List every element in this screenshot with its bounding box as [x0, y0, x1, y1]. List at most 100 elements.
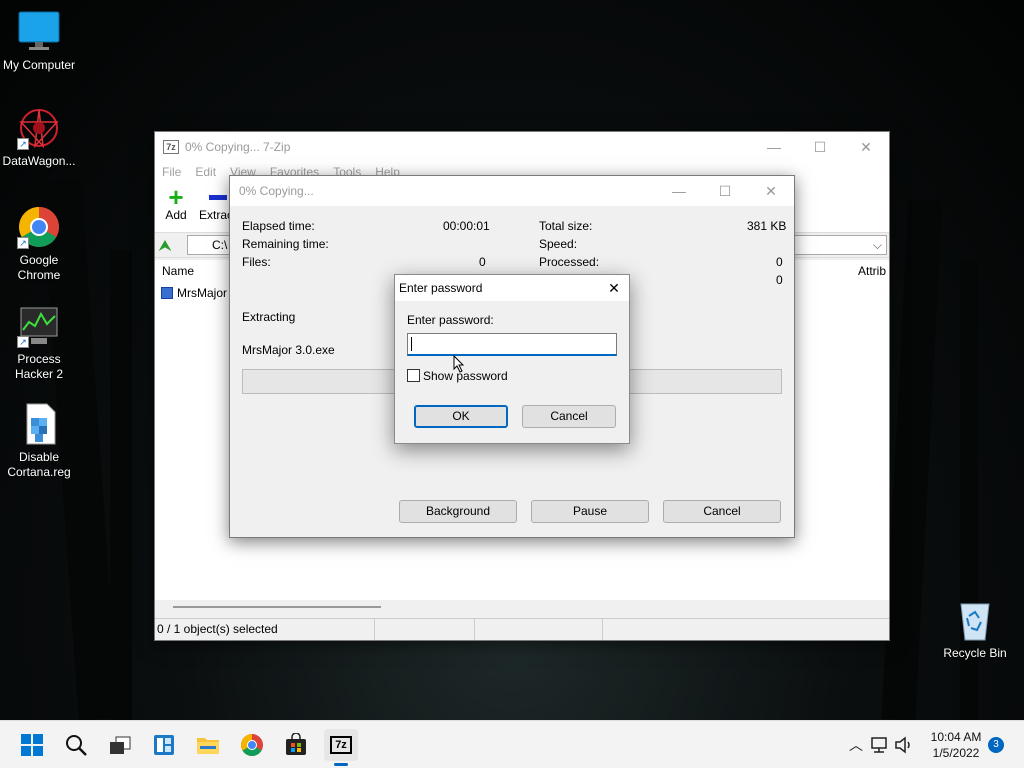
list-item[interactable]: MrsMajor — [161, 286, 227, 300]
sevenzip-taskbar-button[interactable]: 7z — [324, 729, 358, 761]
total-size-value: 381 KB — [747, 219, 787, 233]
desktop-icon-my-computer[interactable]: My Computer — [1, 10, 77, 73]
mouse-pointer-icon — [453, 354, 465, 376]
menu-edit[interactable]: Edit — [195, 165, 216, 179]
password-dialog: Enter password ✕ Enter password: Show pa… — [394, 274, 630, 444]
plus-icon: + — [168, 182, 184, 212]
background-button[interactable]: Background — [399, 500, 517, 523]
remaining-time-label: Remaining time: — [242, 237, 329, 251]
column-header-attrib[interactable]: Attrib — [858, 264, 886, 278]
password-dialog-titlebar[interactable]: Enter password ✕ — [395, 275, 629, 301]
tree-silhouette — [110, 250, 132, 720]
password-input[interactable] — [407, 333, 617, 356]
exe-file-icon — [161, 287, 173, 299]
store-button[interactable] — [280, 729, 312, 761]
maximize-icon[interactable]: ☐ — [797, 132, 843, 162]
action-label: Extracting — [242, 310, 296, 324]
show-password-checkbox[interactable] — [407, 369, 420, 382]
desktop-icon-recycle-bin[interactable]: Recycle Bin — [937, 598, 1013, 661]
show-password-label[interactable]: Show password — [423, 369, 508, 383]
desktop-icon-google-chrome[interactable]: ↗ Google Chrome — [1, 205, 77, 283]
progress-dialog-titlebar[interactable]: 0% Copying... — ☐ ✕ — [230, 176, 794, 206]
cancel-button[interactable]: Cancel — [663, 500, 781, 523]
network-icon[interactable] — [868, 729, 892, 761]
widgets-button[interactable] — [148, 729, 180, 761]
add-button-label: Add — [165, 208, 187, 222]
desktop-icon-process-hacker[interactable]: ↗ Process Hacker 2 — [1, 304, 77, 382]
minus-icon — [209, 195, 227, 200]
start-button[interactable] — [16, 729, 48, 761]
text-cursor — [411, 337, 412, 351]
add-button[interactable]: + Add — [161, 182, 191, 222]
task-view-button[interactable] — [104, 729, 136, 761]
shortcut-arrow-icon: ↗ — [17, 237, 29, 249]
search-icon — [66, 735, 87, 756]
horizontal-scrollbar[interactable] — [173, 606, 381, 608]
datawagon-icon: ↗ — [17, 106, 61, 150]
notification-badge[interactable]: 3 — [988, 737, 1004, 753]
main-window-titlebar[interactable]: 7z 0% Copying... 7-Zip — ☐ ✕ — [155, 132, 889, 162]
sevenzip-app-icon: 7z — [330, 736, 352, 754]
elapsed-time-value: 00:00:01 — [443, 219, 490, 233]
dropdown-chevron-icon[interactable]: ⌵ — [873, 236, 882, 254]
chrome-icon — [241, 734, 263, 756]
monitor-icon — [17, 10, 61, 54]
registry-file-icon — [17, 402, 61, 446]
desktop-icon-label: DataWagon... — [2, 154, 76, 168]
task-view-icon — [110, 736, 131, 754]
desktop-icon-datawagon[interactable]: ↗ DataWagon... — [1, 106, 77, 169]
files-value: 0 — [479, 255, 486, 269]
password-field-label: Enter password: — [407, 313, 494, 327]
status-bar: 0 / 1 object(s) selected — [155, 618, 889, 640]
desktop-icon-disable-cortana[interactable]: Disable Cortana.reg — [1, 402, 77, 480]
desktop-icon-label: Recycle Bin — [943, 646, 1007, 660]
desktop-icon-label: Disable Cortana.reg — [7, 450, 71, 479]
recycle-bin-icon — [953, 598, 997, 642]
compressed-value: 0 — [776, 273, 783, 287]
shortcut-arrow-icon: ↗ — [17, 138, 29, 150]
minimize-icon[interactable]: — — [751, 132, 797, 162]
password-cancel-button[interactable]: Cancel — [522, 405, 616, 428]
volume-icon[interactable] — [892, 729, 916, 761]
desktop-icon-label: Google Chrome — [17, 253, 61, 282]
store-bag-icon — [286, 733, 306, 755]
files-label: Files: — [242, 255, 271, 269]
maximize-icon[interactable]: ☐ — [702, 176, 748, 206]
ok-button[interactable]: OK — [414, 405, 508, 428]
chrome-icon: ↗ — [17, 205, 61, 249]
windows-logo-icon — [21, 734, 43, 756]
status-selection-text: 0 / 1 object(s) selected — [155, 619, 375, 640]
processed-label: Processed: — [539, 255, 600, 269]
close-icon[interactable]: ✕ — [843, 132, 889, 162]
taskbar: 7z ︿ 10:04 AM 1/5/2022 3 — [0, 720, 1024, 768]
file-item-name: MrsMajor — [177, 286, 227, 300]
shortcut-arrow-icon: ↗ — [17, 336, 29, 348]
total-size-label: Total size: — [539, 219, 593, 233]
main-window-title: 0% Copying... 7-Zip — [185, 140, 291, 154]
speed-label: Speed: — [539, 237, 578, 251]
minimize-icon[interactable]: — — [656, 176, 702, 206]
pause-button[interactable]: Pause — [531, 500, 649, 523]
status-cell — [375, 619, 475, 640]
processed-value: 0 — [776, 255, 783, 269]
search-button[interactable] — [60, 729, 92, 761]
folder-up-icon[interactable]: ⮝ — [159, 237, 175, 253]
folder-icon — [197, 738, 219, 754]
current-file-name: MrsMajor 3.0.exe — [242, 343, 335, 357]
file-explorer-button[interactable] — [192, 729, 224, 761]
sevenzip-app-icon: 7z — [163, 140, 179, 154]
column-header-name[interactable]: Name — [162, 264, 194, 278]
chrome-taskbar-button[interactable] — [236, 729, 268, 761]
clock-date: 1/5/2022 — [932, 746, 980, 760]
process-hacker-icon: ↗ — [17, 304, 61, 348]
status-cell — [475, 619, 603, 640]
menu-file[interactable]: File — [162, 165, 181, 179]
clock-time: 10:04 AM — [930, 730, 982, 744]
close-icon[interactable]: ✕ — [748, 176, 794, 206]
elapsed-time-label: Elapsed time: — [242, 219, 315, 233]
close-icon[interactable]: ✕ — [599, 275, 629, 301]
widgets-icon — [154, 735, 174, 755]
desktop-icon-label: Process Hacker 2 — [14, 352, 64, 381]
clock[interactable]: 10:04 AM 1/5/2022 — [924, 729, 988, 761]
progress-dialog-title: 0% Copying... — [239, 184, 314, 198]
